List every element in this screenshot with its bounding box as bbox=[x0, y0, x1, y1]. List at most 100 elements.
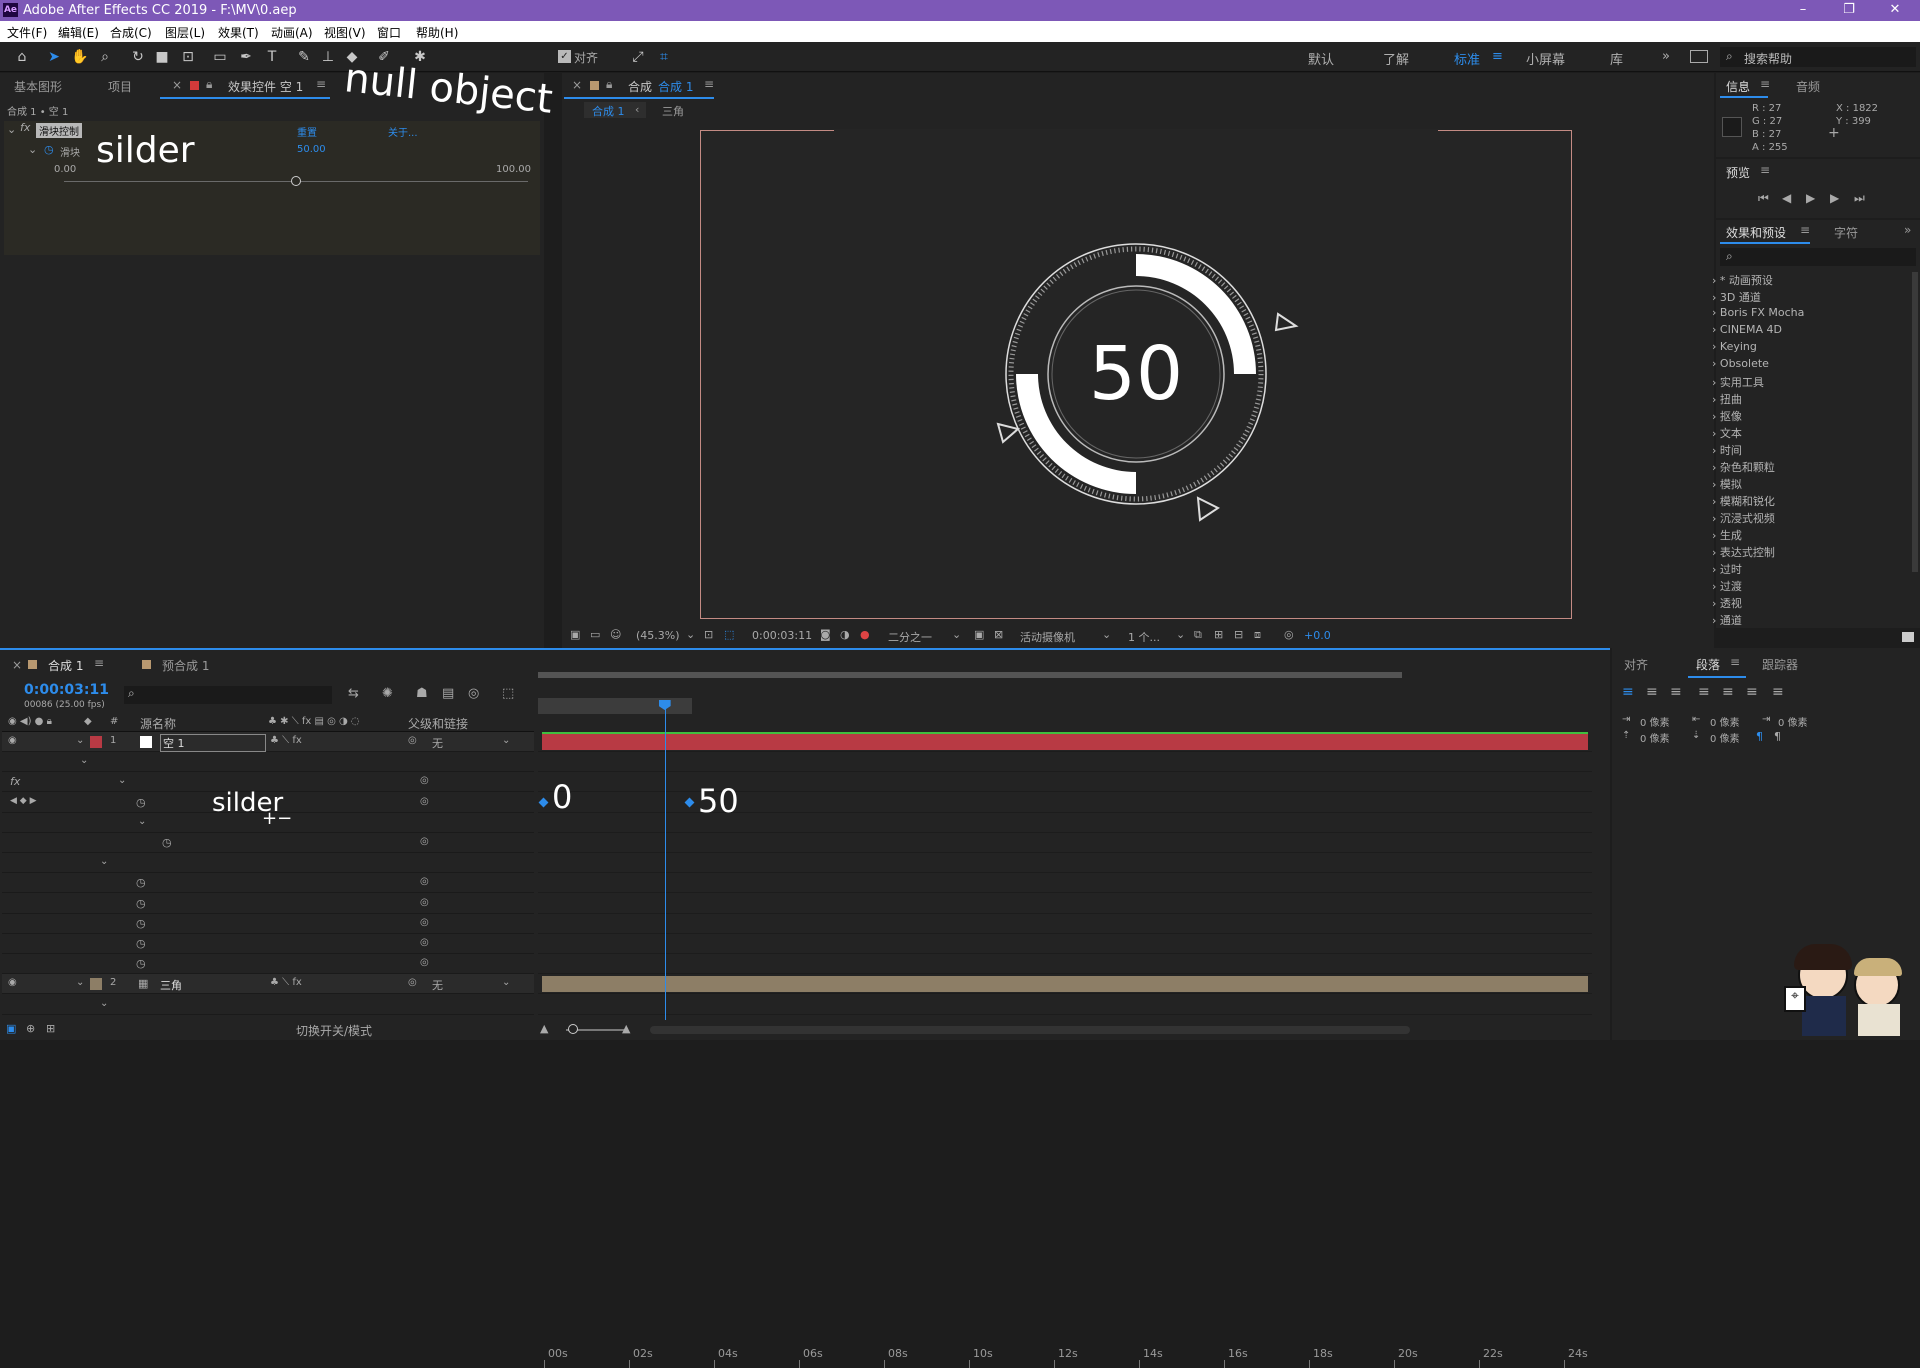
flowchart-icon[interactable]: ⧈ bbox=[1254, 628, 1261, 642]
hand-tool-icon[interactable]: ✋ bbox=[70, 47, 90, 67]
close-tab-icon[interactable]: × bbox=[12, 658, 22, 672]
panel-menu-icon[interactable]: ≡ bbox=[704, 77, 714, 91]
lock-icon[interactable]: 🔒︎ bbox=[606, 77, 612, 92]
property-row[interactable]: ⌄ bbox=[2, 994, 534, 1015]
modes-icon[interactable]: ⊞ bbox=[46, 1022, 55, 1035]
expression-pickwhip-icon[interactable]: ◎ bbox=[420, 917, 429, 928]
tab-essential-graphics[interactable]: 基本图形 bbox=[14, 78, 62, 95]
stopwatch-icon[interactable]: ◷ bbox=[44, 143, 54, 156]
motion-blur-icon[interactable]: ◎ bbox=[468, 686, 479, 701]
tab-align[interactable]: 对齐 bbox=[1624, 656, 1648, 673]
rtl-direction-icon[interactable]: ¶ bbox=[1774, 730, 1781, 743]
timeline-track[interactable] bbox=[538, 772, 1592, 793]
about-link[interactable]: 关于... bbox=[388, 124, 418, 139]
effect-category-item[interactable]: › 沉浸式视频 bbox=[1712, 510, 1775, 526]
pickwhip-icon[interactable]: ◎ bbox=[408, 735, 417, 746]
restore-button[interactable]: ❐ bbox=[1826, 0, 1872, 21]
align-right-icon[interactable]: ≡ bbox=[1670, 684, 1682, 700]
workspace-library[interactable]: 库 bbox=[1610, 49, 1623, 68]
property-row[interactable]: ⌄ bbox=[2, 752, 534, 773]
selection-tool-icon[interactable]: ➤ bbox=[44, 47, 64, 67]
parent-select[interactable]: 无 bbox=[432, 977, 443, 993]
timeline-track[interactable] bbox=[538, 913, 1592, 934]
subtab-comp1[interactable]: 合成 1 bbox=[592, 103, 625, 119]
visibility-eye-icon[interactable]: ◉ bbox=[8, 735, 17, 746]
effect-category-item[interactable]: › 通道 bbox=[1712, 612, 1742, 628]
parent-select[interactable]: 无 bbox=[432, 735, 443, 751]
indent-right-value[interactable]: 0 像素 bbox=[1710, 714, 1740, 729]
workspace-learn[interactable]: 了解 bbox=[1383, 49, 1409, 68]
timeline-search-input[interactable]: ⌕ bbox=[124, 686, 332, 704]
zoom-in-icon[interactable]: ▲ bbox=[622, 1022, 630, 1035]
ltr-direction-icon[interactable]: ¶ bbox=[1756, 730, 1763, 743]
close-tab-icon[interactable]: × bbox=[172, 78, 182, 92]
time-ruler[interactable] bbox=[538, 668, 1592, 714]
pan-behind-tool-icon[interactable]: ⊡ bbox=[178, 47, 198, 67]
rectangle-tool-icon[interactable]: ▭ bbox=[210, 47, 230, 67]
new-folder-icon[interactable] bbox=[1902, 632, 1914, 642]
workspace-default[interactable]: 默认 bbox=[1308, 49, 1334, 68]
first-line-indent-value[interactable]: 0 像素 bbox=[1778, 714, 1808, 729]
fx-icon[interactable]: fx bbox=[10, 775, 20, 788]
region-icon[interactable]: ⬚ bbox=[724, 628, 734, 641]
space-before-value[interactable]: 0 像素 bbox=[1640, 730, 1670, 745]
reset-exposure-icon[interactable]: ◎ bbox=[1284, 628, 1294, 641]
more-panels-icon[interactable]: » bbox=[1904, 223, 1911, 237]
chevron-down-icon[interactable]: ⌄ bbox=[502, 977, 510, 988]
resolution-select[interactable]: 二分之一 bbox=[888, 629, 932, 645]
effects-scrollbar[interactable] bbox=[1912, 272, 1918, 572]
effect-category-item[interactable]: › 透视 bbox=[1712, 595, 1742, 611]
close-button[interactable]: ✕ bbox=[1872, 0, 1918, 21]
zoom-out-icon[interactable]: ▲ bbox=[540, 1022, 548, 1035]
parent-link-header[interactable]: 父级和链接 bbox=[408, 715, 468, 732]
stopwatch-icon[interactable]: ◷ bbox=[136, 957, 146, 970]
stopwatch-icon[interactable]: ◷ bbox=[136, 796, 146, 809]
align-center-icon[interactable]: ≡ bbox=[1646, 684, 1658, 700]
graph-editor-icon[interactable]: ⬚ bbox=[502, 686, 514, 701]
stopwatch-icon[interactable]: ◷ bbox=[136, 876, 146, 889]
property-row[interactable]: ◷ ◎ bbox=[2, 934, 534, 954]
layer-switches[interactable]: ♣ ⟍ fx bbox=[270, 735, 302, 746]
effect-category-item[interactable]: › 实用工具 bbox=[1712, 374, 1764, 390]
effect-name[interactable]: 滑块控制 bbox=[36, 123, 82, 138]
property-row[interactable]: ◷ ◎ bbox=[2, 893, 534, 914]
layer-row[interactable]: ◉ ⌄ 2 ▦ 三角 ♣ ⟍ fx ◎ 无 ⌄ bbox=[2, 974, 534, 995]
expand-arrow-icon[interactable]: ⌄ bbox=[76, 977, 84, 988]
comp-button-icon[interactable]: ▣ bbox=[6, 1022, 16, 1035]
slider-prop-value[interactable]: 50.00 bbox=[297, 144, 326, 155]
effect-category-item[interactable]: › 过渡 bbox=[1712, 578, 1742, 594]
timeline-track[interactable] bbox=[538, 752, 1592, 773]
help-search-input[interactable]: 搜索帮助 bbox=[1744, 50, 1792, 67]
effect-category-item[interactable]: › 过时 bbox=[1712, 561, 1742, 577]
timeline-track[interactable] bbox=[538, 893, 1592, 914]
effect-category-item[interactable]: › 扭曲 bbox=[1712, 391, 1742, 407]
timeline-track[interactable] bbox=[538, 954, 1592, 975]
chevron-down-icon[interactable]: ⌄ bbox=[952, 628, 961, 641]
space-before-icon[interactable]: ⇡ bbox=[1622, 730, 1630, 741]
menu-help[interactable]: 帮助(H) bbox=[416, 24, 458, 41]
property-row[interactable]: ◷ ◎ bbox=[2, 913, 534, 934]
layer-name[interactable]: 空 1 bbox=[160, 734, 266, 752]
layer-name[interactable]: 三角 bbox=[160, 977, 182, 993]
tab-project[interactable]: 项目 bbox=[108, 78, 132, 95]
expression-pickwhip-icon[interactable]: ◎ bbox=[420, 796, 429, 807]
comp-mini-flowchart-icon[interactable]: ⇆ bbox=[348, 686, 359, 701]
snap-option-icon[interactable]: ⌗ bbox=[654, 47, 674, 67]
fit-icon[interactable]: ⊡ bbox=[704, 628, 713, 641]
justify-center-icon[interactable]: ≡ bbox=[1722, 684, 1734, 700]
chevron-down-icon[interactable]: ⌄ bbox=[686, 628, 695, 641]
camera-select[interactable]: 活动摄像机 bbox=[1020, 629, 1075, 645]
effect-category-item[interactable]: › 时间 bbox=[1712, 442, 1742, 458]
transparency-grid-icon[interactable]: ⊠ bbox=[994, 628, 1003, 641]
menu-window[interactable]: 窗口 bbox=[377, 24, 401, 41]
keyframe-diamond[interactable] bbox=[684, 797, 695, 808]
space-after-icon[interactable]: ⇣ bbox=[1692, 730, 1700, 741]
timeline-track[interactable] bbox=[538, 974, 1592, 995]
workspace-small-screen[interactable]: 小屏幕 bbox=[1526, 49, 1565, 68]
menu-file[interactable]: 文件(F) bbox=[7, 24, 47, 41]
tab-character[interactable]: 字符 bbox=[1834, 224, 1858, 241]
more-workspaces-icon[interactable]: » bbox=[1662, 49, 1670, 64]
chevron-down-icon[interactable]: ⌄ bbox=[1102, 628, 1111, 641]
layer-duration-bar[interactable] bbox=[542, 734, 1588, 750]
menu-animation[interactable]: 动画(A) bbox=[271, 24, 313, 41]
